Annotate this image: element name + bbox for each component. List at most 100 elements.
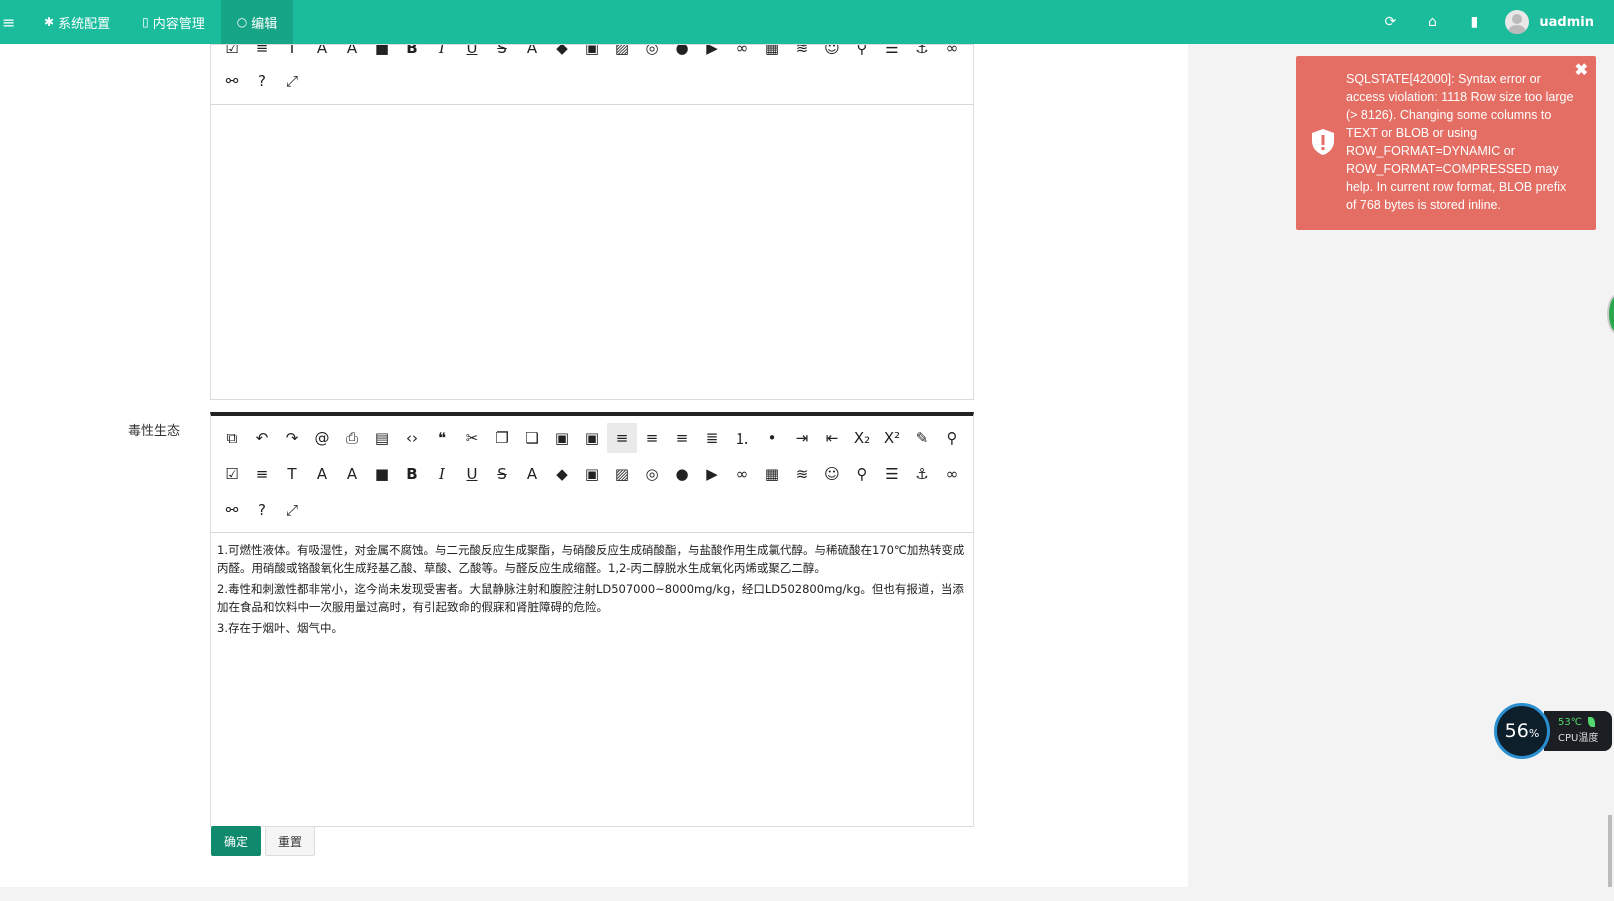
bold-icon[interactable]: B (397, 45, 427, 63)
cpu-temperature: 53℃ (1558, 717, 1582, 728)
indent-icon[interactable]: ⇥ (787, 423, 817, 453)
underline-icon[interactable]: U (457, 459, 487, 489)
picture-icon[interactable]: ▨ (607, 45, 637, 63)
paste-text-icon[interactable]: ▣ (577, 423, 607, 453)
editor-body[interactable] (211, 105, 973, 121)
italic-icon[interactable]: I (427, 45, 457, 63)
unlink-icon[interactable]: ⚯ (217, 66, 247, 96)
emoji-icon[interactable]: ☺ (817, 45, 847, 63)
pagebreak-icon[interactable]: ☰ (877, 459, 907, 489)
outdent-icon[interactable]: ⇤ (817, 423, 847, 453)
tab-system-config[interactable]: ✱ 系统配置 (28, 0, 126, 44)
search-replace-icon[interactable]: @ (307, 423, 337, 453)
align-left-icon[interactable]: ≡ (607, 423, 637, 453)
font-family-icon[interactable]: T (277, 45, 307, 63)
chain-icon[interactable]: ∞ (937, 45, 967, 63)
tab-content-management[interactable]: ▯ 内容管理 (126, 0, 221, 44)
bg-color-icon[interactable]: ■ (367, 459, 397, 489)
help-icon[interactable]: ? (247, 495, 277, 525)
help-icon[interactable]: ? (247, 66, 277, 96)
hamburger-menu-icon[interactable]: ≡ (0, 0, 28, 44)
strikethrough-icon[interactable]: S (487, 45, 517, 63)
compass-icon[interactable]: ● (667, 45, 697, 63)
scrollbar-thumb[interactable] (1608, 815, 1612, 887)
cut-icon[interactable]: ✂ (457, 423, 487, 453)
reset-button[interactable]: 重置 (265, 826, 315, 856)
table-icon[interactable]: ▦ (757, 459, 787, 489)
hr-icon[interactable]: ≋ (787, 45, 817, 63)
emoji-icon[interactable]: ☺ (817, 459, 847, 489)
unordered-list-icon[interactable]: • (757, 423, 787, 453)
anchor-icon[interactable]: ⚓ (907, 459, 937, 489)
font-size-icon[interactable]: A (307, 45, 337, 63)
underline-icon[interactable]: U (457, 45, 487, 63)
map-icon[interactable]: ⚲ (847, 459, 877, 489)
preview-icon[interactable]: ⚲ (937, 423, 967, 453)
anchor-icon[interactable]: ⚓ (907, 45, 937, 63)
link-icon[interactable]: ∞ (727, 45, 757, 63)
username[interactable]: uadmin (1539, 15, 1594, 30)
refresh-icon[interactable]: ⟳ (1369, 14, 1411, 30)
paste-icon[interactable]: ▣ (547, 423, 577, 453)
trash-icon[interactable]: ▮ (1453, 14, 1495, 30)
submit-button[interactable]: 确定 (211, 826, 261, 856)
home-icon[interactable]: ⌂ (1411, 14, 1453, 30)
avatar[interactable] (1505, 10, 1530, 34)
map-icon[interactable]: ⚲ (847, 45, 877, 63)
fullscreen-icon[interactable]: ⤢ (277, 495, 307, 525)
checkbox-icon[interactable]: ☑ (217, 45, 247, 63)
shield-alert-icon (1312, 129, 1334, 155)
superscript-icon[interactable]: X² (877, 423, 907, 453)
bold-icon[interactable]: B (397, 459, 427, 489)
undo-icon[interactable]: ↶ (247, 423, 277, 453)
unlink-icon[interactable]: ⚯ (217, 495, 247, 525)
ordered-list-icon[interactable]: ⒈ (727, 423, 757, 453)
italic-icon[interactable]: I (427, 459, 457, 489)
align-center-icon[interactable]: ≡ (637, 423, 667, 453)
editor-toolbar: ⧉ ↶ ↷ @ ⎙ ▤ ‹› ❝ ✂ ❐ ❏ ▣ ▣ ≡ ≡ ≡ ≣ ⒈ • ⇥… (211, 416, 973, 533)
font-family-icon[interactable]: T (277, 459, 307, 489)
eraser-icon[interactable]: ◆ (547, 459, 577, 489)
pagebreak-icon[interactable]: ☰ (877, 45, 907, 63)
table-icon[interactable]: ▦ (757, 45, 787, 63)
title-icon[interactable]: ≡ (247, 45, 277, 63)
checkbox-icon[interactable]: ☑ (217, 459, 247, 489)
bg-color-icon[interactable]: ■ (367, 45, 397, 63)
scrawl-icon[interactable]: ◎ (637, 459, 667, 489)
close-icon[interactable]: ✖ (1575, 62, 1588, 80)
word-icon[interactable]: ▤ (367, 423, 397, 453)
picture-icon[interactable]: ▨ (607, 459, 637, 489)
font-color-icon[interactable]: A (337, 45, 367, 63)
justify-icon[interactable]: ≣ (697, 423, 727, 453)
align-right-icon[interactable]: ≡ (667, 423, 697, 453)
font-size-icon[interactable]: A (307, 459, 337, 489)
title-icon[interactable]: ≡ (247, 459, 277, 489)
redo-icon[interactable]: ↷ (277, 423, 307, 453)
text-border-icon[interactable]: A (517, 45, 547, 63)
eraser-icon[interactable]: ◆ (547, 45, 577, 63)
image-icon[interactable]: ▣ (577, 459, 607, 489)
image-icon[interactable]: ▣ (577, 45, 607, 63)
fullscreen-icon[interactable]: ⤢ (277, 66, 307, 96)
video-icon[interactable]: ▶ (697, 459, 727, 489)
link-icon[interactable]: ∞ (727, 459, 757, 489)
video-icon[interactable]: ▶ (697, 45, 727, 63)
paragraph: 1.可燃性液体。有吸湿性，对金属不腐蚀。与二元酸反应生成聚酯，与硝酸反应生成硝酸… (217, 543, 965, 575)
font-color-icon[interactable]: A (337, 459, 367, 489)
tab-edit[interactable]: ○ 编辑 (220, 0, 294, 44)
code-icon[interactable]: ‹› (397, 423, 427, 453)
format-icon[interactable]: ✎ (907, 423, 937, 453)
editor-body[interactable]: 1.可燃性液体。有吸湿性，对金属不腐蚀。与二元酸反应生成聚酯，与硝酸反应生成硝酸… (211, 533, 973, 648)
compass-icon[interactable]: ● (667, 459, 697, 489)
hr-icon[interactable]: ≋ (787, 459, 817, 489)
print-icon[interactable]: ⎙ (337, 423, 367, 453)
chain-icon[interactable]: ∞ (937, 459, 967, 489)
subscript-icon[interactable]: X₂ (847, 423, 877, 453)
copy2-icon[interactable]: ❏ (517, 423, 547, 453)
scrawl-icon[interactable]: ◎ (637, 45, 667, 63)
blockquote-icon[interactable]: ❝ (427, 423, 457, 453)
text-border-icon[interactable]: A (517, 459, 547, 489)
copy-icon[interactable]: ❐ (487, 423, 517, 453)
source-icon[interactable]: ⧉ (217, 423, 247, 453)
strikethrough-icon[interactable]: S (487, 459, 517, 489)
